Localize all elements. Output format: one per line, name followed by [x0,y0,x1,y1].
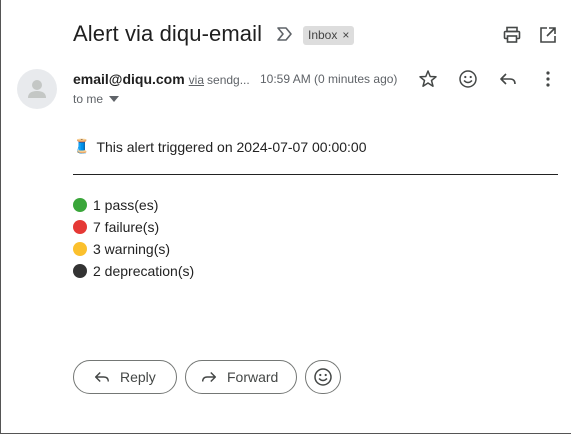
summary-label: 2 deprecation(s) [93,263,195,279]
yellow-circle-icon [73,242,87,256]
inbox-label-chip[interactable]: Inbox × [303,26,355,45]
forward-icon [201,371,217,383]
reply-icon[interactable] [498,69,518,89]
summary-label: 3 warning(s) [93,241,171,257]
divider [73,174,558,175]
thread-emoji-icon: 🧵 [73,138,91,154]
summary-item-pass: 1 pass(es) [73,197,158,213]
summary-label: 7 failure(s) [93,219,160,235]
reply-button[interactable]: Reply [73,360,177,394]
black-circle-icon [73,264,87,278]
summary-item-failure: 7 failure(s) [73,219,159,235]
reply-label: Reply [120,369,156,385]
via-link[interactable]: via [189,73,204,87]
forward-button[interactable]: Forward [185,360,297,394]
emoji-reaction-icon[interactable] [458,69,478,89]
chevron-down-icon[interactable] [109,96,120,102]
print-icon[interactable] [502,25,522,45]
email-timestamp: 10:59 AM (0 minutes ago) [260,72,398,86]
emoji-reaction-button[interactable] [305,360,341,394]
emoji-icon [314,368,332,386]
recipient-label: to me [73,92,104,106]
importance-marker-icon[interactable] [276,26,294,42]
via-host: sendg... [207,73,250,87]
recipient-details[interactable]: to me [73,92,120,106]
open-in-new-window-icon[interactable] [538,25,558,45]
sender-avatar[interactable] [17,69,57,109]
more-options-icon[interactable] [538,69,558,89]
summary-label: 1 pass(es) [93,197,159,213]
sender-line: email@diqu.com via sendg... [73,71,250,87]
star-icon[interactable] [418,69,438,89]
remove-label-icon[interactable]: × [342,26,349,45]
red-circle-icon [73,220,87,234]
summary-item-warning: 3 warning(s) [73,241,170,257]
forward-label: Forward [227,369,279,385]
reply-icon [94,371,110,383]
sender-address[interactable]: email@diqu.com [73,71,185,87]
alert-text: This alert triggered on 2024-07-07 00:00… [96,138,367,155]
green-circle-icon [73,198,87,212]
email-subject: Alert via diqu-email [73,21,263,46]
inbox-label: Inbox [308,28,338,42]
default-avatar-icon [28,80,46,98]
alert-line: 🧵 This alert triggered on 2024-07-07 00:… [73,138,367,155]
summary-item-deprecation: 2 deprecation(s) [73,263,194,279]
